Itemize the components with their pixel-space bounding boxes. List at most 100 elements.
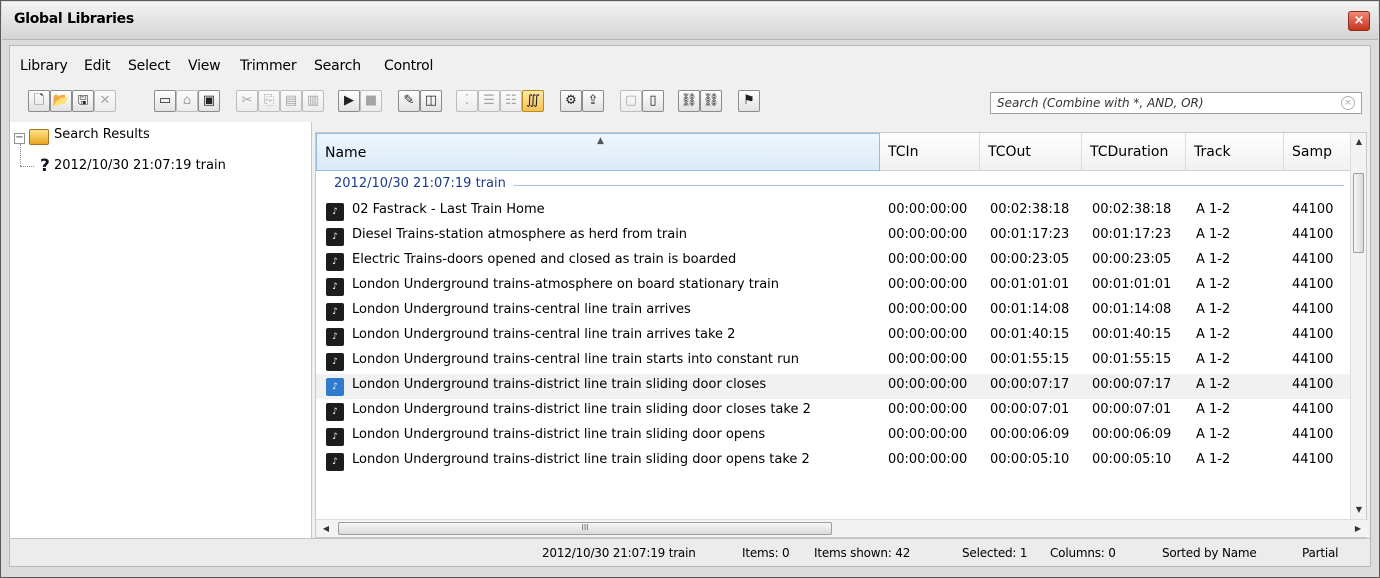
table-cell: 00:00:00:00 bbox=[888, 202, 968, 217]
page-icon[interactable]: ▯ bbox=[642, 90, 664, 112]
play-icon[interactable]: ▶ bbox=[338, 90, 360, 112]
table-row[interactable]: ♪ London Underground trains-district line… bbox=[316, 424, 1352, 449]
details-icon[interactable]: ☷ bbox=[500, 90, 522, 112]
unlink-icon[interactable]: ⛓ bbox=[700, 90, 722, 112]
table-cell: 00:01:17:23 bbox=[1092, 227, 1172, 242]
table-cell: London Underground trains-atmosphere on … bbox=[352, 277, 780, 292]
audio-file-icon: ♪ bbox=[326, 203, 344, 221]
table-cell: 00:00:00:00 bbox=[888, 277, 968, 292]
delete-icon[interactable]: ✕ bbox=[94, 90, 116, 112]
export-icon[interactable]: ⇪ bbox=[582, 90, 604, 112]
link-icon[interactable]: ⛓ bbox=[678, 90, 700, 112]
table-cell: 00:00:23:05 bbox=[990, 252, 1070, 267]
tree-item-search[interactable]: 2012/10/30 21:07:19 train bbox=[54, 158, 226, 173]
table-row[interactable]: ♪ Electric Trains-doors opened and closed… bbox=[316, 249, 1352, 274]
audio-file-icon: ♪ bbox=[326, 403, 344, 421]
table-row[interactable]: ♪ London Underground trains-district line… bbox=[316, 449, 1352, 474]
menu-library[interactable]: Library bbox=[20, 58, 68, 74]
menu-select[interactable]: Select bbox=[128, 58, 170, 74]
library-icon[interactable]: ▣ bbox=[198, 90, 220, 112]
group-divider bbox=[514, 185, 1344, 186]
audio-file-icon: ♪ bbox=[326, 378, 344, 396]
audio-file-icon: ♪ bbox=[326, 428, 344, 446]
vertical-scrollbar[interactable]: ▲ ▼ bbox=[1350, 133, 1366, 521]
menu-control[interactable]: Control bbox=[384, 58, 433, 74]
audio-file-icon: ♪ bbox=[326, 228, 344, 246]
open-folder-icon[interactable]: ⌂ bbox=[176, 90, 198, 112]
table-cell: A 1-2 bbox=[1196, 302, 1231, 317]
columns-icon[interactable]: ∭ bbox=[522, 90, 544, 112]
tree-root-label[interactable]: Search Results bbox=[54, 127, 150, 142]
table-row[interactable]: ♪ Diesel Trains-station atmosphere as her… bbox=[316, 224, 1352, 249]
table-cell: 00:00:05:10 bbox=[990, 452, 1070, 467]
table-cell: 00:00:23:05 bbox=[1092, 252, 1172, 267]
table-row[interactable]: ♪ London Underground trains-atmosphere on… bbox=[316, 274, 1352, 299]
library-tree[interactable]: − Search Results ? 2012/10/30 21:07:19 t… bbox=[10, 122, 312, 538]
menu-view[interactable]: View bbox=[188, 58, 221, 74]
table-row[interactable]: ♪ London Underground trains-central line … bbox=[316, 349, 1352, 374]
audio-file-icon: ♪ bbox=[326, 328, 344, 346]
table-row[interactable]: ♪ London Underground trains-central line … bbox=[316, 324, 1352, 349]
status-selected: Selected: 1 bbox=[962, 546, 1028, 560]
scroll-left-icon[interactable]: ◀ bbox=[318, 524, 334, 533]
column-tcduration[interactable]: TCDuration bbox=[1082, 133, 1186, 171]
audio-file-icon: ♪ bbox=[326, 353, 344, 371]
close-button[interactable]: × bbox=[1348, 11, 1370, 31]
column-track[interactable]: Track bbox=[1186, 133, 1284, 171]
vertical-scroll-thumb[interactable] bbox=[1353, 173, 1364, 253]
window-icon[interactable]: ▢ bbox=[620, 90, 642, 112]
save-icon[interactable]: 🖫 bbox=[72, 90, 94, 112]
horizontal-scroll-thumb[interactable]: III bbox=[338, 522, 832, 535]
collapse-icon[interactable]: − bbox=[14, 133, 25, 144]
copy-icon[interactable]: ⎘ bbox=[258, 90, 280, 112]
column-samp[interactable]: Samp bbox=[1284, 133, 1352, 171]
title-bar[interactable]: Global Libraries × bbox=[2, 2, 1378, 40]
table-cell: A 1-2 bbox=[1196, 227, 1231, 242]
stop-icon[interactable]: ■ bbox=[360, 90, 382, 112]
table-cell: 00:01:55:15 bbox=[990, 352, 1070, 367]
menu-search[interactable]: Search bbox=[314, 58, 361, 74]
table-cell: 00:00:00:00 bbox=[888, 427, 968, 442]
menu-trimmer[interactable]: Trimmer bbox=[240, 58, 297, 74]
horizontal-scrollbar[interactable]: ◀ III ▶ bbox=[316, 519, 1368, 537]
library-list[interactable]: Name ▲ TCIn TCOut TCDuration Track Samp … bbox=[315, 132, 1368, 538]
search-input[interactable]: Search (Combine with *, AND, OR) × bbox=[990, 92, 1362, 114]
audio-file-icon: ♪ bbox=[326, 453, 344, 471]
table-cell: London Underground trains-central line t… bbox=[352, 352, 799, 367]
column-tcout[interactable]: TCOut bbox=[980, 133, 1082, 171]
open-icon[interactable]: 📂 bbox=[50, 90, 72, 112]
window-title: Global Libraries bbox=[14, 11, 134, 27]
group-header[interactable]: 2012/10/30 21:07:19 train bbox=[316, 173, 1352, 197]
menu-edit[interactable]: Edit bbox=[84, 58, 111, 74]
status-columns: Columns: 0 bbox=[1050, 546, 1116, 560]
table-cell: A 1-2 bbox=[1196, 327, 1231, 342]
properties-icon[interactable]: ✎ bbox=[398, 90, 420, 112]
cut-icon[interactable]: ✂ bbox=[236, 90, 258, 112]
table-cell: 44100 bbox=[1292, 427, 1334, 442]
table-row[interactable]: ♪ 02 Fastrack - Last Train Home 00:00:00:0… bbox=[316, 199, 1352, 224]
scroll-down-icon[interactable]: ▼ bbox=[1351, 505, 1367, 514]
table-cell: A 1-2 bbox=[1196, 277, 1231, 292]
table-cell: 44100 bbox=[1292, 352, 1334, 367]
table-row[interactable]: ♪ London Underground trains-district line… bbox=[316, 399, 1352, 424]
duplicate-icon[interactable]: ◫ bbox=[420, 90, 442, 112]
global-libraries-window: Global Libraries × Library Edit Select V… bbox=[0, 0, 1380, 578]
small-icons-icon[interactable]: ⁚ bbox=[456, 90, 478, 112]
table-row[interactable]: ♪ London Underground trains-district line… bbox=[316, 374, 1352, 399]
list-icon[interactable]: ☰ bbox=[478, 90, 500, 112]
clear-search-icon[interactable]: × bbox=[1341, 96, 1355, 110]
scroll-right-icon[interactable]: ▶ bbox=[1350, 524, 1366, 533]
bookmark-icon[interactable]: ⚑ bbox=[738, 90, 760, 112]
table-cell: A 1-2 bbox=[1196, 252, 1231, 267]
table-cell: 00:01:01:01 bbox=[990, 277, 1070, 292]
scroll-up-icon[interactable]: ▲ bbox=[1351, 137, 1367, 146]
table-row[interactable]: ♪ London Underground trains-central line … bbox=[316, 299, 1352, 324]
column-name[interactable]: Name ▲ bbox=[316, 133, 880, 171]
settings-icon[interactable]: ⚙ bbox=[560, 90, 582, 112]
search-result-icon: ? bbox=[40, 156, 50, 176]
paste-special-icon[interactable]: ▥ bbox=[302, 90, 324, 112]
new-icon[interactable]: 🗋 bbox=[28, 90, 50, 112]
new-folder-icon[interactable]: ▭ bbox=[154, 90, 176, 112]
column-tcin[interactable]: TCIn bbox=[880, 133, 980, 171]
paste-icon[interactable]: ▤ bbox=[280, 90, 302, 112]
